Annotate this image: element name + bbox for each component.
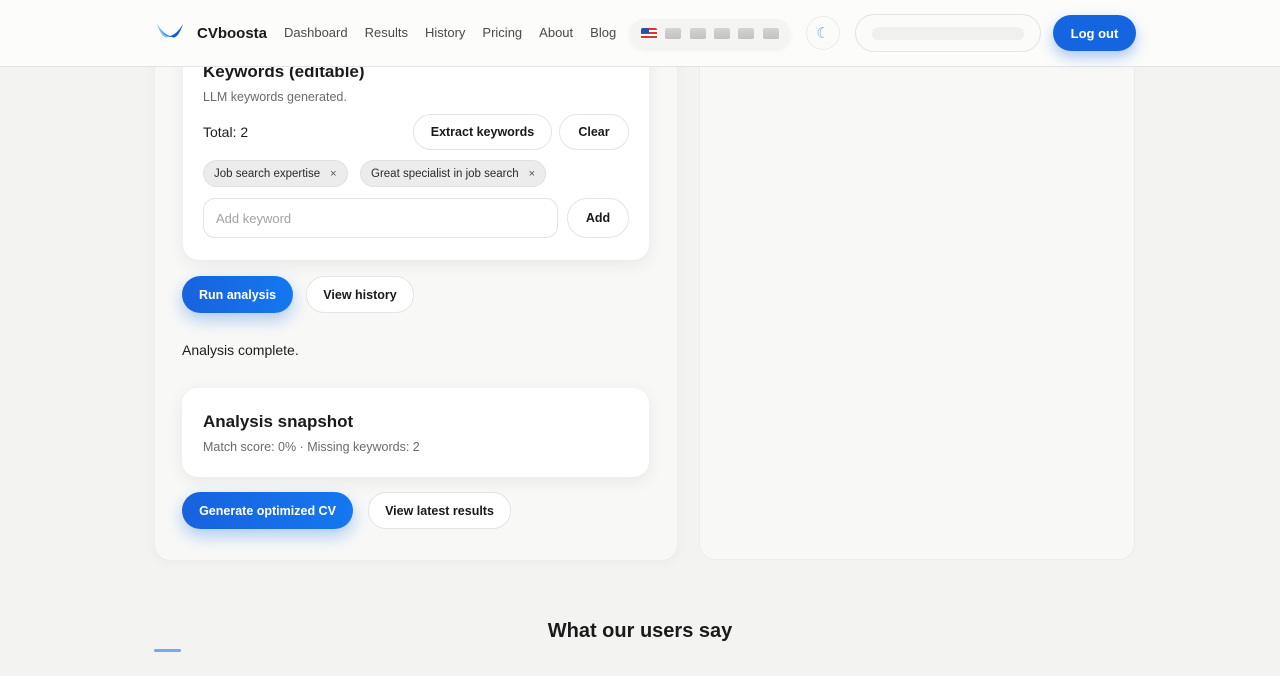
keyword-chip-label: Great specialist in job search (371, 167, 519, 180)
clear-keywords-button[interactable]: Clear (559, 114, 629, 150)
flag-icon[interactable] (714, 28, 731, 39)
analysis-snapshot-card: Analysis snapshot Match score: 0% · Miss… (182, 388, 649, 477)
remove-chip-icon[interactable]: × (529, 168, 535, 180)
top-navigation-bar: CVboosta Dashboard Results History Prici… (0, 0, 1280, 67)
nav-history[interactable]: History (425, 25, 465, 40)
results-panel (699, 40, 1135, 560)
flag-icon[interactable] (738, 28, 755, 39)
theme-toggle-button[interactable]: ☾ (806, 16, 840, 50)
user-account-pill[interactable] (855, 14, 1041, 52)
keywords-total: Total: 2 (203, 124, 249, 140)
keywords-subtitle: LLM keywords generated. (203, 90, 347, 104)
snapshot-summary: Match score: 0% · Missing keywords: 2 (203, 440, 420, 454)
keyword-chip: Great specialist in job search × (360, 160, 547, 187)
nav-pricing[interactable]: Pricing (482, 25, 522, 40)
nav-results[interactable]: Results (365, 25, 408, 40)
redacted-user-info (872, 27, 1024, 40)
remove-chip-icon[interactable]: × (330, 168, 336, 180)
logo-icon (157, 24, 183, 38)
flag-icon[interactable] (762, 28, 779, 39)
extract-keywords-button[interactable]: Extract keywords (413, 114, 552, 150)
brand-name: CVboosta (197, 24, 268, 42)
keyword-chip-label: Job search expertise (214, 167, 321, 180)
us-flag-icon[interactable] (641, 28, 658, 39)
generate-optimized-cv-button[interactable]: Generate optimized CV (182, 492, 353, 529)
testimonials-heading: What our users say (547, 620, 733, 642)
language-switcher (630, 19, 790, 48)
snapshot-title: Analysis snapshot (203, 412, 354, 431)
view-latest-results-button[interactable]: View latest results (368, 492, 511, 529)
nav-blog[interactable]: Blog (590, 25, 616, 40)
keyword-chip: Job search expertise × (203, 160, 348, 187)
add-keyword-button[interactable]: Add (567, 198, 629, 238)
view-history-button[interactable]: View history (306, 276, 414, 313)
nav-dashboard[interactable]: Dashboard (284, 25, 348, 40)
run-analysis-button[interactable]: Run analysis (182, 276, 293, 313)
keywords-card: Keywords (editable) LLM keywords generat… (183, 40, 649, 260)
flag-icon[interactable] (665, 28, 682, 39)
moon-icon: ☾ (816, 25, 830, 42)
main-nav: Dashboard Results History Pricing About … (284, 25, 616, 40)
carousel-indicator[interactable] (154, 649, 181, 652)
nav-about[interactable]: About (539, 25, 573, 40)
logout-button[interactable]: Log out (1053, 15, 1136, 51)
brand-logo[interactable]: CVboosta (155, 20, 267, 46)
analysis-status: Analysis complete. (182, 342, 299, 358)
add-keyword-input[interactable] (203, 198, 558, 238)
flag-icon[interactable] (689, 28, 706, 39)
